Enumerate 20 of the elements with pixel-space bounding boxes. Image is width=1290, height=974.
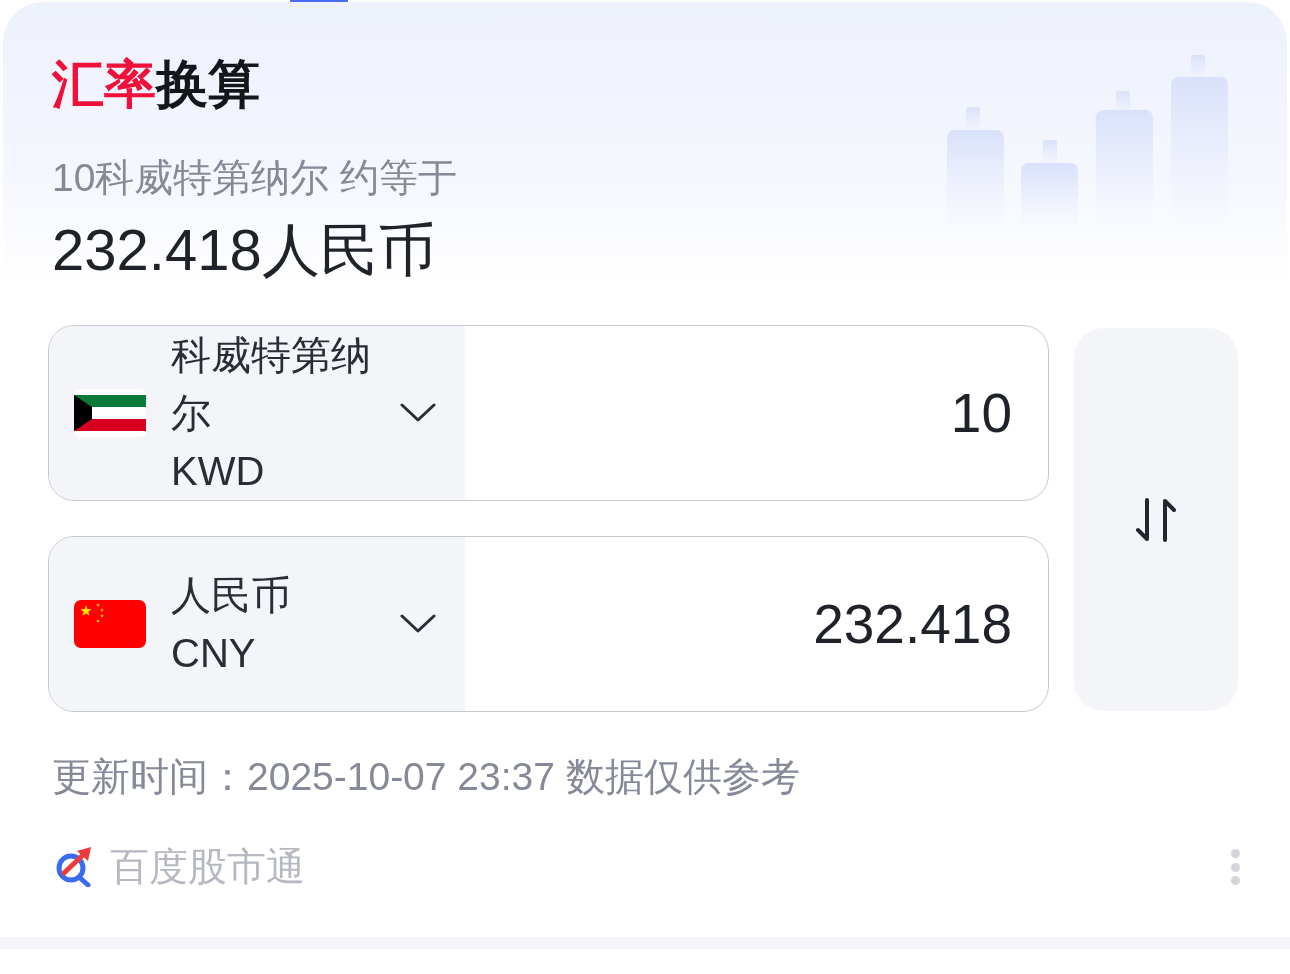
currency-code: KWD: [171, 448, 266, 495]
more-options-icon[interactable]: [1230, 849, 1240, 885]
china-flag-icon: [74, 600, 146, 648]
brand-name: 百度股市通: [110, 844, 305, 890]
swap-button[interactable]: [1074, 328, 1238, 711]
kuwait-flag-icon: [74, 389, 146, 437]
chevron-down-icon: [400, 403, 436, 423]
update-time-note: 更新时间：2025-10-07 23:37 数据仅供参考: [52, 754, 800, 800]
amount-input[interactable]: 10: [465, 326, 1048, 500]
currency-code: CNY: [171, 630, 257, 677]
currency-selector[interactable]: 人民币 CNY: [49, 537, 465, 711]
card-title: 汇率换算: [52, 54, 260, 115]
amount-input[interactable]: 232.418: [465, 537, 1048, 711]
conversion-result: 232.418人民币: [52, 216, 436, 284]
chevron-down-icon: [400, 614, 436, 634]
currency-name: 科威特第纳尔: [171, 332, 372, 437]
brand-logo-icon: [55, 847, 93, 887]
conversion-summary: 10科威特第纳尔 约等于: [52, 155, 458, 201]
currency-name: 人民币: [171, 572, 292, 619]
currency-selector[interactable]: 科威特第纳尔 KWD: [49, 326, 465, 500]
